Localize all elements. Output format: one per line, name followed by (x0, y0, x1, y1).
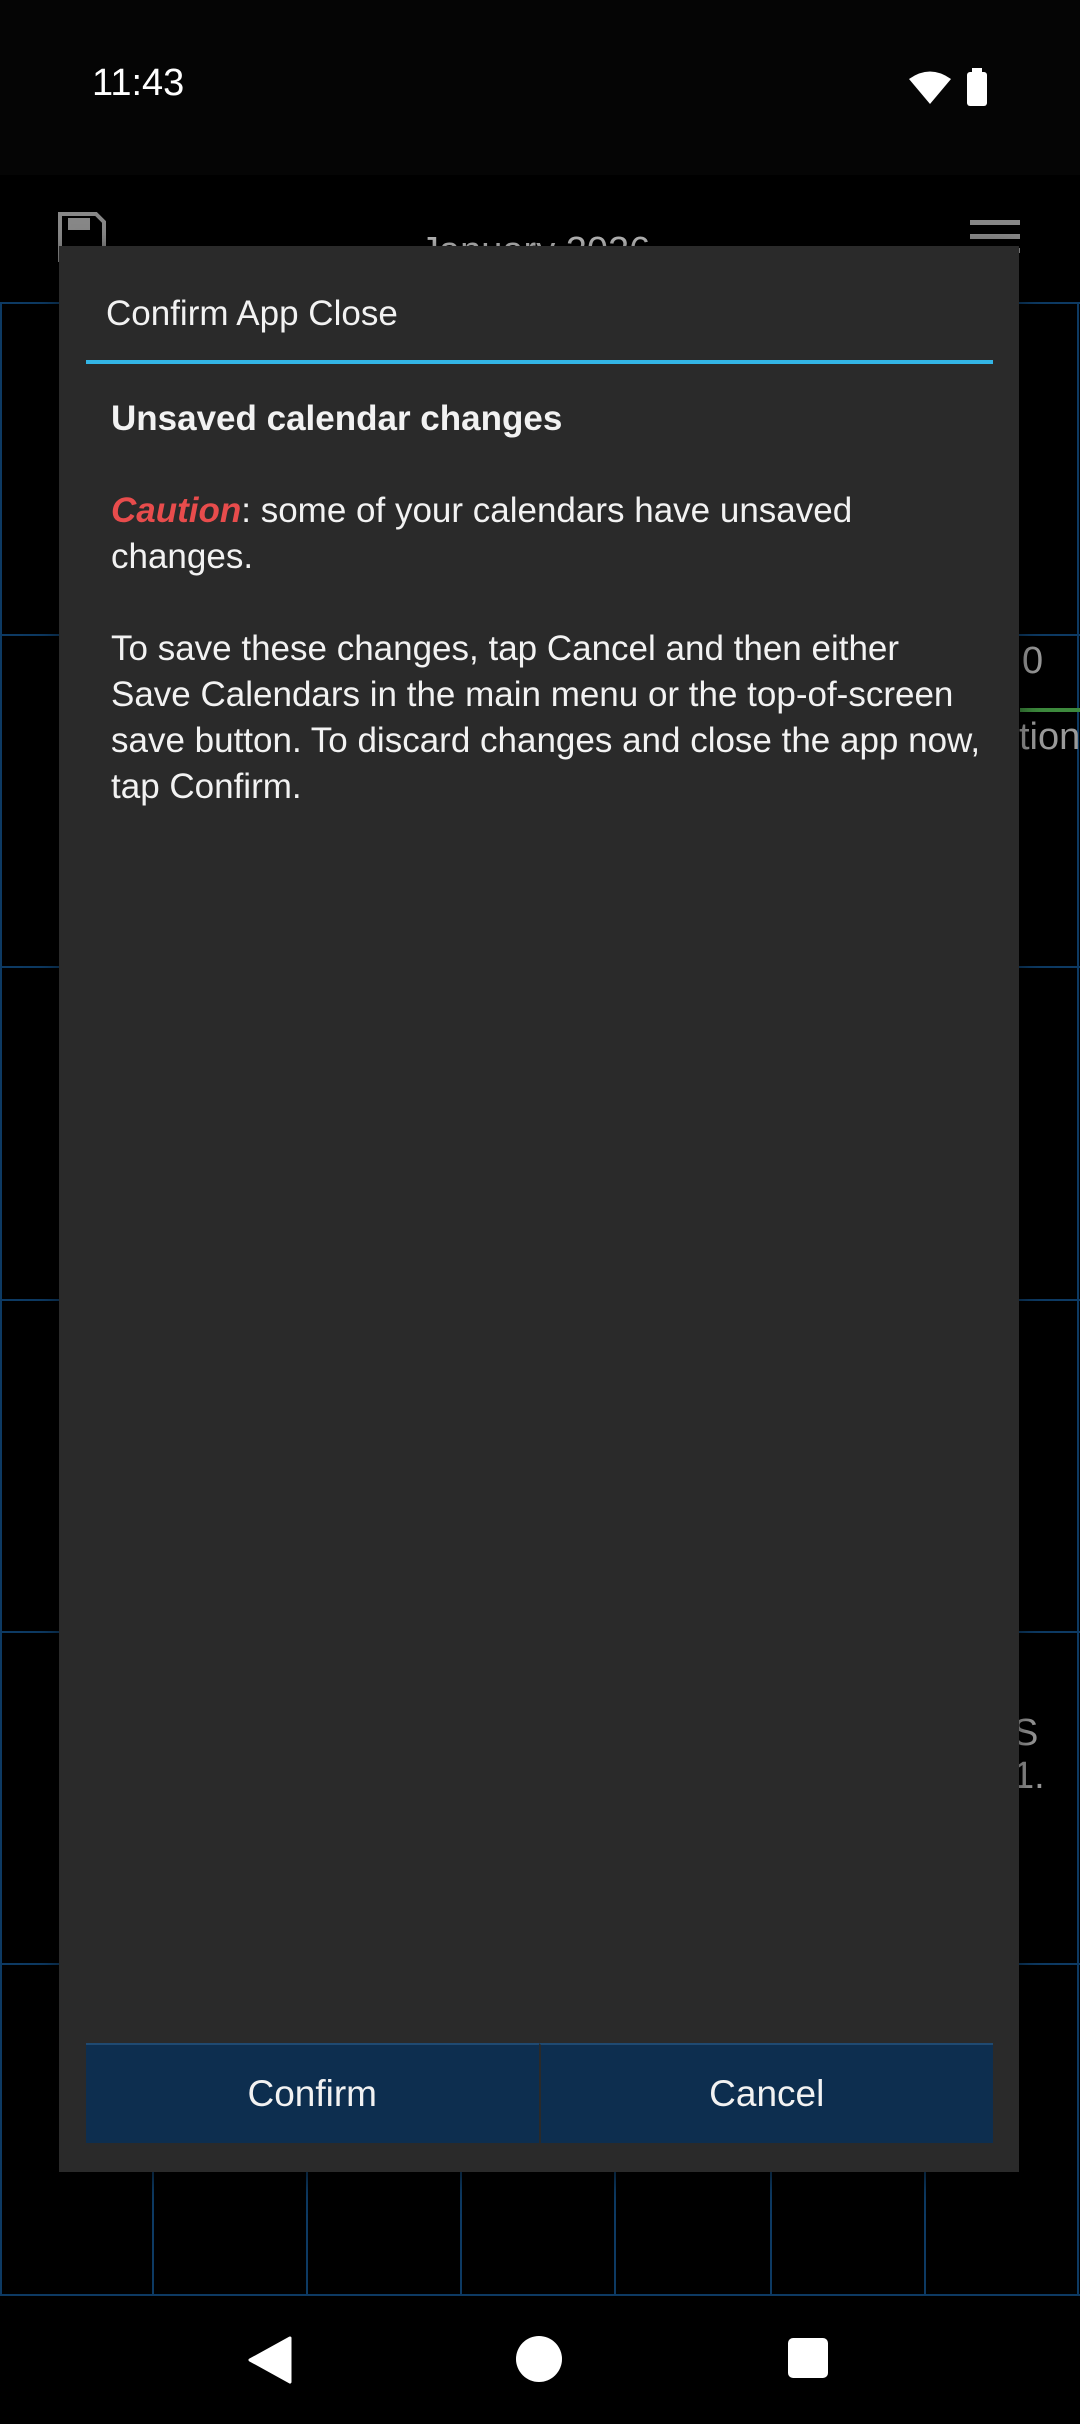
back-icon[interactable] (248, 2336, 292, 2389)
peek-text: tion (1019, 716, 1080, 758)
dialog-body: Unsaved calendar changes Caution: some o… (111, 396, 981, 856)
event-bar (1020, 708, 1080, 712)
dialog-buttons: Confirm Cancel (86, 2043, 993, 2143)
grid-line (924, 2170, 926, 2294)
grid-line (0, 302, 2, 2294)
battery-icon (966, 68, 988, 111)
navigation-bar (0, 2296, 1080, 2424)
grid-line (770, 2170, 772, 2294)
confirm-button[interactable]: Confirm (86, 2043, 539, 2143)
instructions-paragraph: To save these changes, tap Cancel and th… (111, 629, 981, 806)
title-divider (86, 360, 993, 364)
status-clock: 11:43 (92, 62, 185, 104)
status-bar: 11:43 (0, 0, 1080, 175)
caution-paragraph: Caution: some of your calendars have uns… (111, 488, 981, 580)
peek-text: S 1. (1013, 1712, 1045, 1797)
grid-line (152, 2170, 154, 2294)
grid-line (460, 2170, 462, 2294)
peek-text: 0 (1022, 640, 1044, 682)
recents-icon[interactable] (788, 2338, 828, 2378)
dialog-heading: Unsaved calendar changes (111, 399, 563, 438)
grid-line (614, 2170, 616, 2294)
dialog-title: Confirm App Close (106, 294, 398, 333)
wifi-icon (908, 70, 952, 111)
confirm-close-dialog: Confirm App Close Unsaved calendar chang… (59, 246, 1019, 2172)
cancel-button[interactable]: Cancel (538, 2043, 993, 2143)
caution-label: Caution (111, 491, 242, 530)
grid-line (1077, 302, 1079, 2294)
home-icon[interactable] (516, 2336, 562, 2382)
grid-line (306, 2170, 308, 2294)
